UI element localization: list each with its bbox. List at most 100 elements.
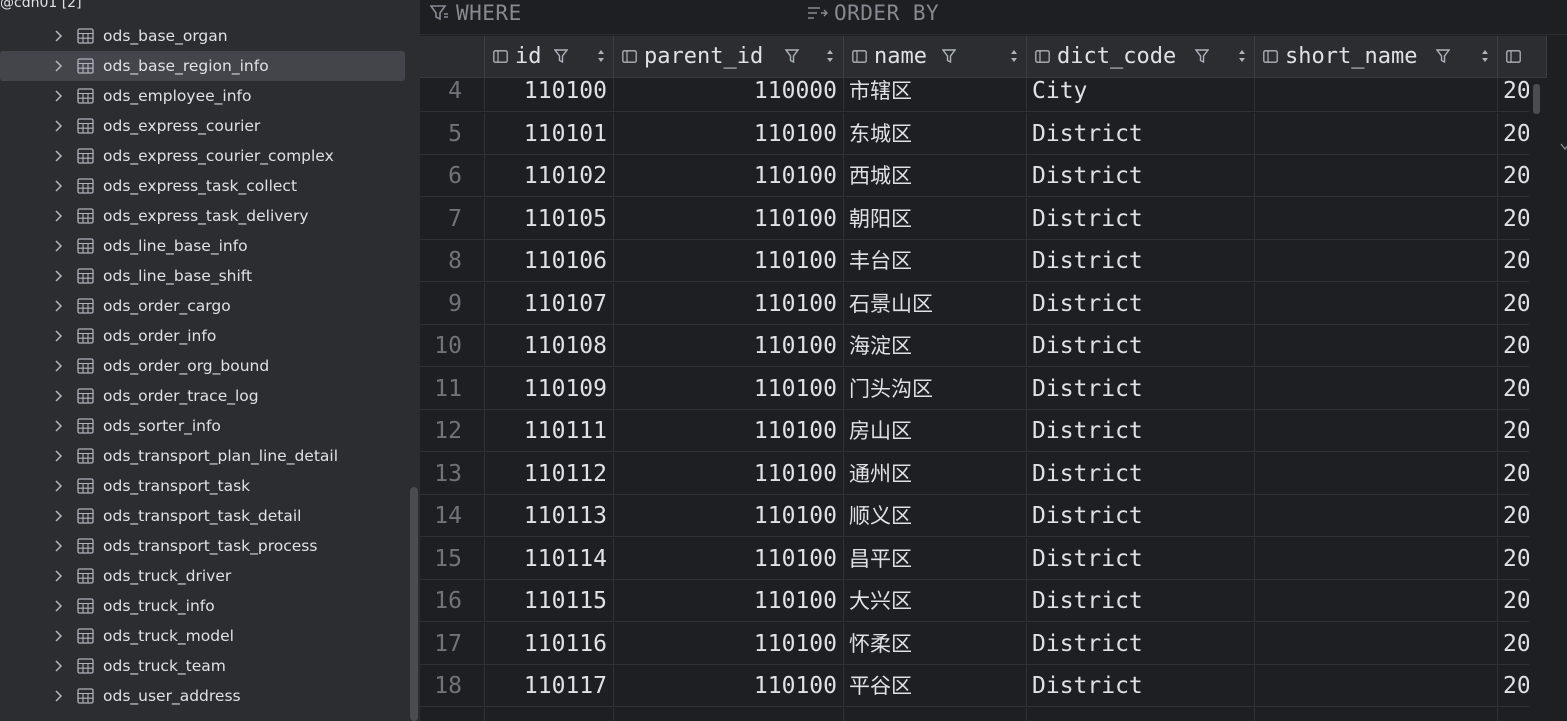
table-row[interactable]: 9 110107 110100 石景山区 District 20 — [420, 282, 1529, 325]
chevron-right-icon[interactable] — [53, 59, 65, 73]
cell-short-name[interactable] — [1255, 112, 1498, 155]
tree-item-table[interactable]: ods_line_base_shift — [0, 261, 405, 291]
tree-item-table[interactable]: ods_user_address — [0, 681, 405, 711]
cell-truncated-column[interactable]: 20 — [1498, 283, 1529, 325]
cell-parent-id[interactable]: 110100 — [614, 367, 844, 410]
cell-dict-code[interactable]: District — [1027, 155, 1255, 197]
table-row[interactable]: 12 110111 110100 房山区 District 20 — [420, 410, 1529, 452]
chevron-right-icon[interactable] — [53, 569, 65, 583]
cell-id[interactable]: 110106 — [485, 240, 614, 282]
cell-name[interactable]: 西城区 — [844, 155, 1027, 197]
chevron-right-icon[interactable] — [53, 299, 65, 313]
tree-item-table[interactable]: ods_base_region_info — [0, 51, 405, 81]
tree-item-table[interactable]: ods_truck_model — [0, 621, 405, 651]
cell-name[interactable]: 门头沟区 — [844, 367, 1027, 410]
cell-truncated-column[interactable]: 20 — [1498, 665, 1529, 707]
chevron-right-icon[interactable] — [53, 29, 65, 43]
cell-parent-id[interactable]: 110100 — [614, 282, 844, 325]
cell-short-name[interactable] — [1255, 282, 1498, 325]
cell-name[interactable]: 海淀区 — [844, 325, 1027, 367]
tree-item-table[interactable]: ods_order_trace_log — [0, 381, 405, 411]
connection-label[interactable]: @cdh01 [2] — [0, 0, 82, 13]
tree-item-table[interactable]: ods_base_organ — [0, 21, 405, 51]
cell-short-name[interactable] — [1255, 452, 1498, 495]
cell-short-name[interactable] — [1255, 622, 1498, 665]
table-row[interactable]: 16 110115 110100 大兴区 District 20 — [420, 580, 1529, 622]
chevron-down-icon[interactable] — [1560, 140, 1567, 154]
cell-dict-code[interactable]: District — [1027, 452, 1255, 495]
cell-name[interactable]: 通州区 — [844, 452, 1027, 495]
cell-short-name[interactable] — [1255, 580, 1498, 622]
cell-parent-id[interactable]: 110100 — [614, 410, 844, 452]
tree-item-table[interactable]: ods_transport_task_detail — [0, 501, 405, 531]
cell-dict-code[interactable]: District — [1027, 410, 1255, 452]
table-row[interactable]: 4 110100 110000 市辖区 City 20 — [420, 78, 1529, 112]
cell-parent-id[interactable]: 110100 — [614, 452, 844, 495]
tree-item-table[interactable]: ods_employee_info — [0, 81, 405, 111]
cell-short-name[interactable] — [1255, 410, 1498, 452]
chevron-right-icon[interactable] — [53, 269, 65, 283]
cell-truncated-column[interactable]: 20 — [1498, 240, 1529, 282]
chevron-right-icon[interactable] — [53, 149, 65, 163]
cell-id[interactable]: 110116 — [485, 622, 614, 665]
tree-item-table[interactable]: ods_transport_task — [0, 471, 405, 501]
chevron-right-icon[interactable] — [53, 509, 65, 523]
cell-parent-id[interactable]: 110100 — [614, 665, 844, 707]
chevron-right-icon[interactable] — [53, 209, 65, 223]
cell-parent-id[interactable]: 110100 — [614, 495, 844, 537]
cell[interactable] — [844, 707, 1027, 721]
cell-name[interactable]: 丰台区 — [844, 240, 1027, 282]
table-row[interactable]: 11 110109 110100 门头沟区 District 20 — [420, 367, 1529, 410]
column-header[interactable] — [1498, 36, 1547, 77]
cell-name[interactable]: 石景山区 — [844, 282, 1027, 325]
chevron-right-icon[interactable] — [53, 329, 65, 343]
where-filter[interactable]: WHERE — [430, 0, 522, 26]
chevron-right-icon[interactable] — [53, 599, 65, 613]
cell-parent-id[interactable]: 110100 — [614, 622, 844, 665]
cell-id[interactable]: 110117 — [485, 665, 614, 707]
cell-name[interactable]: 大兴区 — [844, 580, 1027, 622]
cell[interactable] — [1027, 707, 1255, 721]
cell-short-name[interactable] — [1255, 665, 1498, 707]
cell-short-name[interactable] — [1255, 325, 1498, 367]
cell-dict-code[interactable]: District — [1027, 622, 1255, 665]
chevron-right-icon[interactable] — [53, 479, 65, 493]
column-header[interactable]: dict_code — [1027, 36, 1255, 77]
column-header[interactable]: name — [844, 36, 1027, 77]
cell-id[interactable]: 110115 — [485, 580, 614, 622]
grid-scrollbar[interactable] — [1529, 78, 1547, 721]
cell-parent-id[interactable]: 110100 — [614, 580, 844, 622]
table-row-partial[interactable] — [420, 707, 1529, 721]
column-header[interactable]: parent_id — [614, 36, 844, 77]
filter-icon[interactable] — [785, 48, 799, 64]
tree-item-table[interactable]: ods_express_task_delivery — [0, 201, 405, 231]
chevron-right-icon[interactable] — [53, 539, 65, 553]
cell[interactable] — [1255, 707, 1498, 721]
cell-id[interactable]: 110101 — [485, 112, 614, 155]
filter-icon[interactable] — [942, 48, 956, 64]
cell-truncated-column[interactable]: 20 — [1498, 453, 1529, 495]
cell-name[interactable]: 顺义区 — [844, 495, 1027, 537]
cell-id[interactable]: 110112 — [485, 452, 614, 495]
tree-item-table[interactable]: ods_express_task_collect — [0, 171, 405, 201]
cell-id[interactable]: 110105 — [485, 197, 614, 240]
sort-icon[interactable] — [1010, 49, 1018, 63]
cell-short-name[interactable] — [1255, 367, 1498, 410]
cell-dict-code[interactable]: District — [1027, 325, 1255, 367]
cell-parent-id[interactable]: 110100 — [614, 155, 844, 197]
cell-truncated-column[interactable]: 20 — [1498, 368, 1529, 410]
chevron-right-icon[interactable] — [53, 659, 65, 673]
tree-item-table[interactable]: ods_order_cargo — [0, 291, 405, 321]
table-row[interactable]: 6 110102 110100 西城区 District 20 — [420, 155, 1529, 197]
cell-parent-id[interactable]: 110100 — [614, 112, 844, 155]
cell-id[interactable]: 110108 — [485, 325, 614, 367]
cell-id[interactable]: 110102 — [485, 155, 614, 197]
chevron-right-icon[interactable] — [53, 629, 65, 643]
cell-name[interactable]: 市辖区 — [844, 78, 1027, 112]
chevron-right-icon[interactable] — [53, 419, 65, 433]
chevron-right-icon[interactable] — [53, 449, 65, 463]
cell-short-name[interactable] — [1255, 495, 1498, 537]
table-row[interactable]: 10 110108 110100 海淀区 District 20 — [420, 325, 1529, 367]
cell-truncated-column[interactable]: 20 — [1498, 410, 1529, 452]
cell-short-name[interactable] — [1255, 155, 1498, 197]
